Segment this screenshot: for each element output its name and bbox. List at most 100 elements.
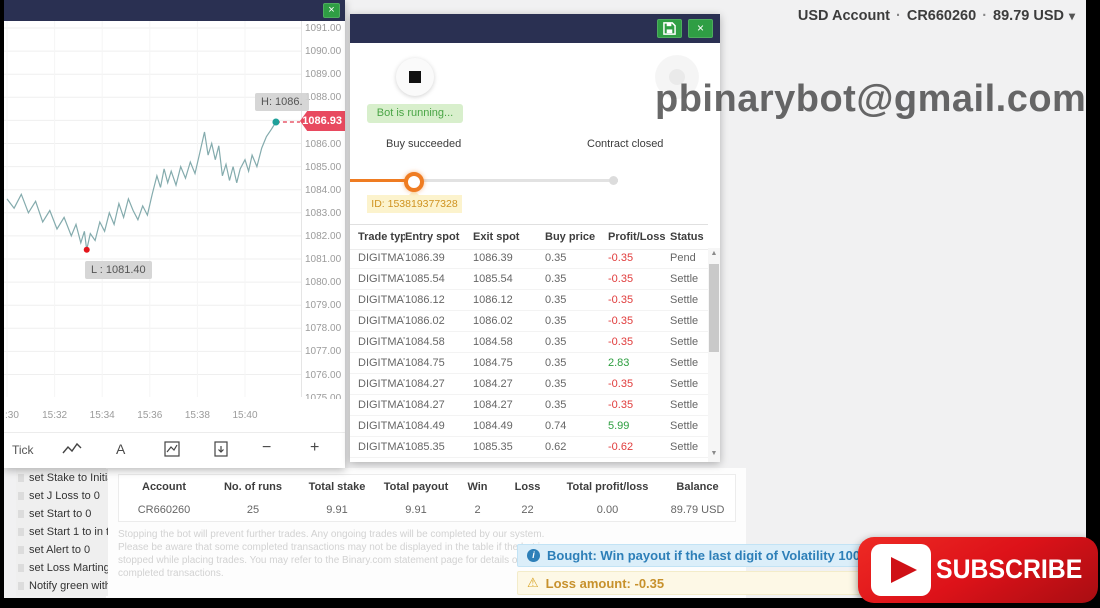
progress-marker-icon (404, 172, 424, 192)
summary-header: AccountNo. of runsTotal stakeTotal payou… (119, 475, 735, 498)
zoom-out-icon[interactable]: − (262, 439, 271, 457)
menu-item[interactable]: set Start 1 to in te (16, 523, 108, 541)
table-scrollbar[interactable]: ▲ ▼ (708, 248, 720, 462)
annotation-tool-icon[interactable]: A (116, 441, 125, 457)
table-row: DIGITMAT1086.101086.100.62-0.62Settle (350, 458, 708, 462)
table-cell: DIGITMAT (350, 357, 405, 369)
scrollbar-thumb[interactable] (709, 264, 719, 352)
close-icon[interactable]: × (323, 3, 340, 18)
download-icon[interactable] (214, 441, 228, 460)
y-axis-label: 1084.00 (305, 185, 341, 196)
table-cell: 1084.75 (473, 357, 545, 369)
bot-status-badge: Bot is running... (367, 104, 463, 123)
screen: pbinarybot@gmail.com USD Account·CR66026… (0, 0, 1100, 608)
stop-bot-disclaimer: Stopping the bot will prevent further tr… (118, 528, 548, 580)
table-row: DIGITMAT1086.121086.120.35-0.35Settle (350, 290, 708, 311)
table-cell: Settle (670, 315, 708, 327)
summary-value: 9.91 (297, 504, 377, 516)
table-cell: DIGITMAT (350, 315, 405, 327)
disabled-glyph (669, 69, 685, 85)
trades-column-header: Profit/Loss (608, 231, 670, 243)
subscribe-button[interactable]: SUBSCRIBE (858, 537, 1098, 603)
table-cell: -0.35 (608, 336, 670, 348)
menu-item[interactable]: set Loss Martingal (16, 559, 108, 577)
chevron-down-icon: ▾ (1069, 9, 1075, 23)
menu-item[interactable]: set Stake to Initial (16, 469, 108, 487)
table-cell: 1084.27 (473, 399, 545, 411)
scroll-up-icon[interactable]: ▲ (708, 248, 720, 260)
table-row: DIGITMAT1084.491084.490.745.99Settle (350, 416, 708, 437)
save-icon[interactable] (657, 19, 682, 38)
scroll-down-icon[interactable]: ▼ (708, 448, 720, 460)
summary-column-header: Total profit/loss (555, 481, 660, 493)
chart-type-icon[interactable] (62, 442, 82, 459)
table-cell: 1086.12 (473, 294, 545, 306)
table-cell: Settle (670, 336, 708, 348)
table-cell: Settle (670, 441, 708, 453)
table-cell: 0.35 (545, 336, 608, 348)
stop-bot-button[interactable] (396, 58, 434, 96)
table-cell: -0.62 (608, 441, 670, 453)
summary-column-header: No. of runs (209, 481, 297, 493)
table-cell: -0.35 (608, 315, 670, 327)
axis-divider (301, 21, 302, 397)
menu-item[interactable]: Notify green with s..... (16, 577, 108, 595)
disabled-run-button[interactable] (655, 55, 699, 99)
table-cell: DIGITMAT (350, 252, 405, 264)
zoom-in-icon[interactable]: + (310, 439, 319, 457)
menu-item[interactable]: set J Loss to 0 (16, 487, 108, 505)
table-cell: -0.35 (608, 294, 670, 306)
table-cell: DIGITMAT (350, 420, 405, 432)
table-cell: Settle (670, 294, 708, 306)
table-row: DIGITMAT1084.271084.270.35-0.35Settle (350, 374, 708, 395)
table-cell: 1086.39 (405, 252, 473, 264)
loss-notification-text: Loss amount: -0.35 (546, 576, 664, 591)
y-axis-label: 1075.00 (305, 393, 341, 399)
table-cell: 0.35 (545, 315, 608, 327)
menu-item[interactable]: set Alert to 0 (16, 541, 108, 559)
table-cell: 1084.58 (405, 336, 473, 348)
table-cell: -0.35 (608, 252, 670, 264)
indicators-icon[interactable] (164, 441, 180, 460)
bot-panel-titlebar[interactable]: × (350, 14, 720, 43)
y-axis-label: 1088.00 (305, 92, 341, 103)
progress-end-dot (609, 176, 618, 185)
trades-table: DIGITMAT1086.391086.390.35-0.35PendDIGIT… (350, 248, 708, 462)
summary-value: 9.91 (377, 504, 455, 516)
letterbox-right (1086, 0, 1100, 608)
summary-column-header: Win (455, 481, 500, 493)
y-axis-label: 1082.00 (305, 231, 341, 242)
table-cell: 0.74 (545, 420, 608, 432)
account-type: USD Account (798, 8, 890, 24)
trades-column-header: Entry spot (405, 231, 473, 243)
summary-value: 25 (209, 504, 297, 516)
y-axis: 1091.001090.001089.001088.001087.001086.… (305, 21, 345, 399)
account-selector[interactable]: USD Account·CR660260·89.79 USD▾ (798, 8, 1075, 24)
table-cell: 0.35 (545, 294, 608, 306)
table-cell: 1086.02 (405, 315, 473, 327)
progress-track-active (350, 179, 412, 182)
bot-run-panel: × Bot is running... Buy succeeded Contra… (350, 14, 720, 462)
table-row: DIGITMAT1086.021086.020.35-0.35Settle (350, 311, 708, 332)
y-axis-label: 1079.00 (305, 300, 341, 311)
interval-selector[interactable]: Tick (12, 443, 34, 457)
close-icon[interactable]: × (688, 19, 713, 38)
y-axis-label: 1078.00 (305, 323, 341, 334)
y-axis-label: 1086.00 (305, 139, 341, 150)
trades-column-header: Exit spot (473, 231, 545, 243)
account-id: CR660260 (907, 8, 976, 24)
chart-window-titlebar[interactable]: × (4, 0, 345, 21)
menu-item[interactable]: set Start to 0 (16, 505, 108, 523)
table-row: DIGITMAT1084.271084.270.35-0.35Settle (350, 395, 708, 416)
x-axis-label: 15:36 (137, 410, 162, 421)
table-cell: Settle (670, 378, 708, 390)
table-cell: -0.35 (608, 378, 670, 390)
table-cell: DIGITMAT (350, 441, 405, 453)
trades-column-header: Status (670, 231, 708, 243)
table-row: DIGITMAT1084.581084.580.35-0.35Settle (350, 332, 708, 353)
table-row: DIGITMAT1085.351085.350.62-0.62Settle (350, 437, 708, 458)
chart-toolbar: Tick A − + (4, 432, 345, 468)
subscribe-label: SUBSCRIBE (936, 554, 1082, 585)
table-cell: 0.35 (545, 357, 608, 369)
x-axis-label: 15:32 (42, 410, 67, 421)
